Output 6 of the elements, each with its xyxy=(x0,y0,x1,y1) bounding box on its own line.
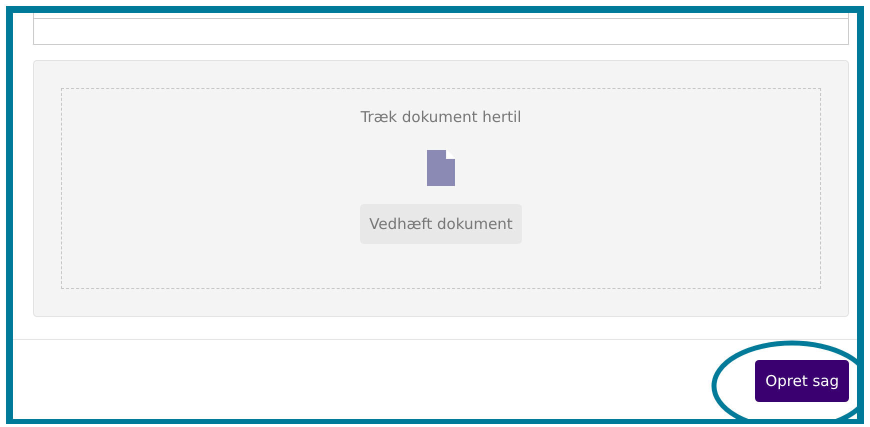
attach-button[interactable]: Vedhæft dokument xyxy=(360,204,522,244)
drop-zone[interactable]: Træk dokument hertil Vedhæft dokument xyxy=(61,88,821,289)
drop-hint: Træk dokument hertil xyxy=(360,108,522,126)
document-icon xyxy=(427,150,455,186)
text-field[interactable] xyxy=(33,13,849,45)
submit-button[interactable]: Opret sag xyxy=(755,360,849,402)
